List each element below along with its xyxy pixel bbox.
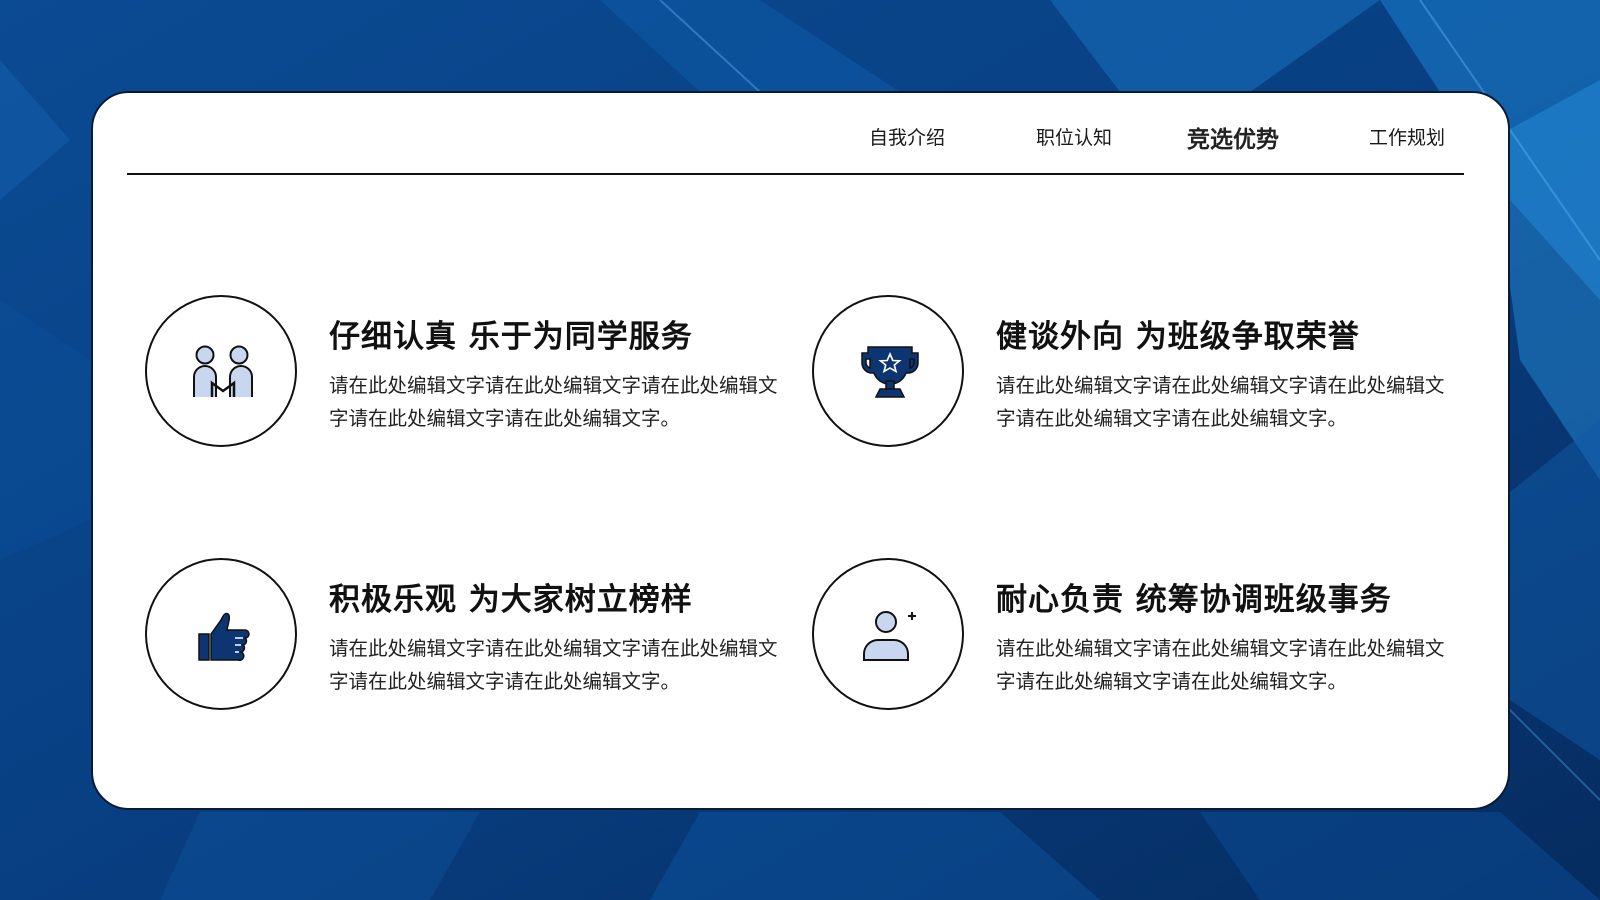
feature-title: 积极乐观 为大家树立榜样 — [329, 582, 693, 618]
icon-circle — [812, 558, 964, 710]
people-icon — [193, 345, 253, 397]
feature-title: 仔细认真 乐于为同学服务 — [329, 319, 693, 355]
thumbs-up-icon — [198, 612, 250, 662]
add-user-icon — [863, 611, 916, 661]
trophy-icon — [861, 346, 919, 398]
feature-card: 健谈外向 为班级争取荣誉 请在此处编辑文字请在此处编辑文字请在此处编辑文字请在此… — [812, 295, 1452, 455]
feature-description: 请在此处编辑文字请在此处编辑文字请在此处编辑文字请在此处编辑文字请在此处编辑文字… — [329, 637, 778, 693]
feature-title: 耐心负责 统筹协调班级事务 — [996, 582, 1392, 618]
feature-description: 请在此处编辑文字请在此处编辑文字请在此处编辑文字请在此处编辑文字请在此处编辑文字… — [996, 637, 1445, 693]
feature-description: 请在此处编辑文字请在此处编辑文字请在此处编辑文字请在此处编辑文字请在此处编辑文字… — [329, 374, 778, 430]
nav-item-self-intro[interactable]: 自我介绍 — [869, 123, 945, 150]
nav-item-campaign-advantages[interactable]: 竞选优势 — [1187, 120, 1279, 154]
feature-description: 请在此处编辑文字请在此处编辑文字请在此处编辑文字请在此处编辑文字请在此处编辑文字… — [996, 374, 1445, 430]
content-card: 自我介绍 职位认知 竞选优势 工作规划 仔细认真 乐于为同学服务 请在此处编辑文… — [91, 91, 1510, 810]
feature-card: 仔细认真 乐于为同学服务 请在此处编辑文字请在此处编辑文字请在此处编辑文字请在此… — [145, 295, 785, 455]
feature-card: 积极乐观 为大家树立榜样 请在此处编辑文字请在此处编辑文字请在此处编辑文字请在此… — [145, 558, 785, 718]
icon-circle — [145, 295, 297, 447]
nav-item-work-plan[interactable]: 工作规划 — [1369, 123, 1445, 150]
icon-circle — [145, 558, 297, 710]
top-navigation: 自我介绍 职位认知 竞选优势 工作规划 — [127, 93, 1464, 175]
feature-card: 耐心负责 统筹协调班级事务 请在此处编辑文字请在此处编辑文字请在此处编辑文字请在… — [812, 558, 1452, 718]
nav-item-role-awareness[interactable]: 职位认知 — [1036, 123, 1112, 150]
icon-circle — [812, 295, 964, 447]
feature-title: 健谈外向 为班级争取荣誉 — [996, 319, 1360, 355]
